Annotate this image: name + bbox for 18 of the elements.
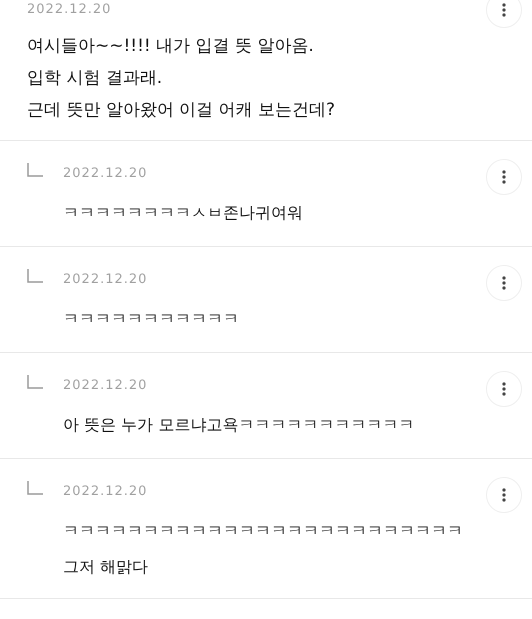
reply-text: ㅋㅋㅋㅋㅋㅋㅋㅋㅋㅋㅋㅋㅋㅋㅋㅋㅋㅋㅋㅋㅋㅋㅋㅋㅋ그저 해맑다 xyxy=(63,520,464,578)
comment-text: 입학 시험 결과래. xyxy=(27,67,164,90)
more-icon xyxy=(502,382,506,396)
more-icon xyxy=(502,170,506,184)
more-icon xyxy=(502,3,506,17)
reply-date: 2022.12.20 xyxy=(63,484,148,498)
more-icon xyxy=(502,488,506,502)
reply-date: 2022.12.20 xyxy=(63,272,148,286)
reply-date: 2022.12.20 xyxy=(63,166,148,180)
more-button[interactable] xyxy=(486,0,522,28)
comment-text: 근데 뜻만 알아왔어 이걸 어캐 보는건데? xyxy=(27,99,336,122)
reply-date: 2022.12.20 xyxy=(63,378,148,392)
reply-text: ㅋㅋㅋㅋㅋㅋㅋㅋㅋㅋㅋ xyxy=(63,308,240,330)
reply-text: ㅋㅋㅋㅋㅋㅋㅋㅋㅅㅂ존나귀여워 xyxy=(63,202,304,224)
reply-text: 아 뜻은 누가 모르냐고욕ㅋㅋㅋㅋㅋㅋㅋㅋㅋㅋㅋ xyxy=(63,414,416,436)
more-icon xyxy=(502,276,506,290)
comment-text: 여시들아~~!!!! 내가 입결 뜻 알아옴. xyxy=(27,35,315,58)
comment-date: 2022.12.20 xyxy=(27,2,112,17)
